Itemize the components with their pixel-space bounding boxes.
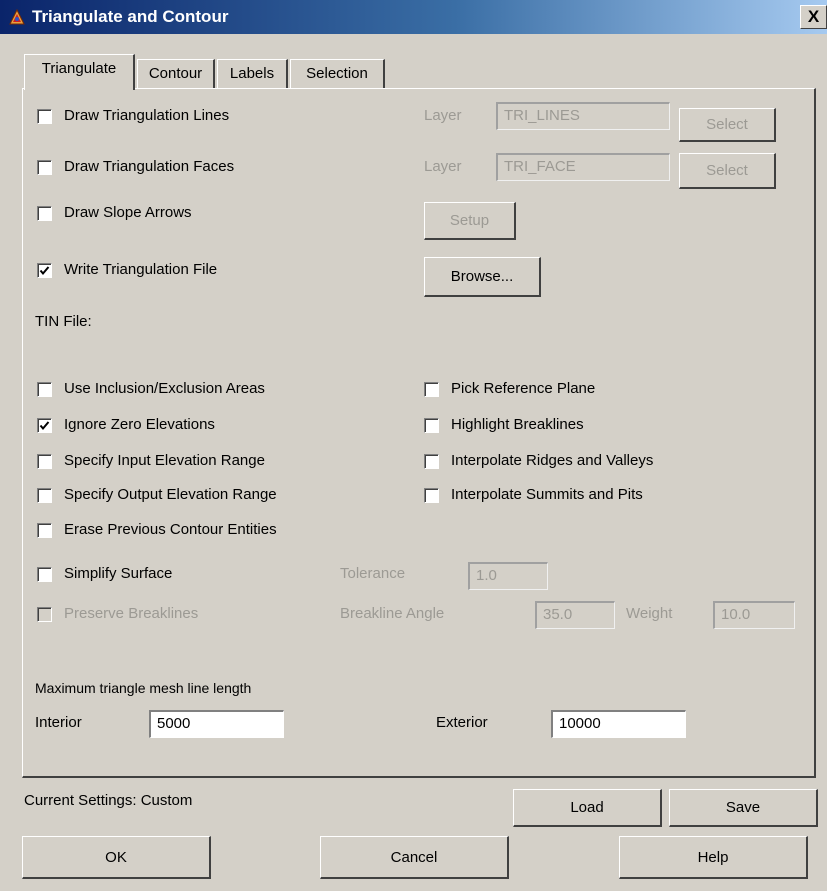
tab-selection[interactable]: Selection (290, 59, 385, 89)
draw-lines-checkbox[interactable] (37, 109, 52, 124)
ignore-zero-label: Ignore Zero Elevations (64, 416, 215, 433)
output-range-label: Specify Output Elevation Range (64, 486, 277, 503)
write-file-checkbox[interactable] (37, 263, 52, 278)
exterior-field[interactable]: 10000 (551, 710, 686, 738)
checkmark-icon (39, 421, 50, 431)
checkmark-icon (39, 266, 50, 276)
erase-contours-label: Erase Previous Contour Entities (64, 521, 277, 538)
inclusion-areas-label: Use Inclusion/Exclusion Areas (64, 380, 265, 397)
summits-pits-checkbox[interactable] (424, 488, 439, 503)
tab-labels[interactable]: Labels (217, 59, 288, 89)
slope-arrows-label: Draw Slope Arrows (64, 204, 192, 221)
ok-button[interactable]: OK (22, 836, 211, 879)
reference-plane-label: Pick Reference Plane (451, 380, 596, 397)
select-faces-layer-button[interactable]: Select (679, 153, 776, 189)
save-button[interactable]: Save (669, 789, 818, 827)
layer-label: Layer (424, 158, 462, 175)
ridges-valleys-checkbox[interactable] (424, 454, 439, 469)
tab-label: Selection (306, 65, 368, 82)
select-lines-layer-button[interactable]: Select (679, 108, 776, 142)
tab-contour[interactable]: Contour (137, 59, 215, 89)
breakline-angle-field[interactable]: 35.0 (535, 601, 615, 629)
app-icon (8, 8, 26, 26)
mesh-length-heading: Maximum triangle mesh line length (35, 680, 252, 696)
breakline-angle-label: Breakline Angle (340, 605, 445, 622)
draw-faces-checkbox[interactable] (37, 160, 52, 175)
close-button[interactable]: X (800, 5, 827, 29)
input-range-label: Specify Input Elevation Range (64, 452, 265, 469)
faces-layer-field[interactable]: TRI_FACE (496, 153, 670, 181)
input-range-checkbox[interactable] (37, 454, 52, 469)
ridges-valleys-label: Interpolate Ridges and Valleys (451, 452, 654, 469)
draw-faces-label: Draw Triangulation Faces (64, 158, 235, 175)
load-button[interactable]: Load (513, 789, 662, 827)
tolerance-label: Tolerance (340, 565, 406, 582)
output-range-checkbox[interactable] (37, 488, 52, 503)
cancel-button[interactable]: Cancel (320, 836, 509, 879)
help-button[interactable]: Help (619, 836, 808, 879)
title-bar[interactable]: Triangulate and Contour (0, 0, 827, 34)
preserve-breaklines-checkbox[interactable] (37, 607, 52, 622)
highlight-breaklines-label: Highlight Breaklines (451, 416, 584, 433)
tab-label: Labels (229, 65, 275, 82)
highlight-breaklines-checkbox[interactable] (424, 418, 439, 433)
tab-label: Triangulate (41, 60, 117, 77)
weight-field[interactable]: 10.0 (713, 601, 795, 629)
summits-pits-label: Interpolate Summits and Pits (451, 486, 643, 503)
interior-label: Interior (35, 714, 82, 731)
tab-triangulate[interactable]: Triangulate (24, 54, 135, 90)
preserve-breaklines-label: Preserve Breaklines (64, 605, 199, 622)
tin-file-label: TIN File: (35, 313, 92, 330)
ignore-zero-checkbox[interactable] (37, 418, 52, 433)
layer-label: Layer (424, 107, 462, 124)
lines-layer-field[interactable]: TRI_LINES (496, 102, 670, 130)
setup-button[interactable]: Setup (424, 202, 516, 240)
inclusion-areas-checkbox[interactable] (37, 382, 52, 397)
weight-label: Weight (626, 605, 673, 622)
window-title: Triangulate and Contour (32, 7, 229, 26)
simplify-surface-label: Simplify Surface (64, 565, 173, 582)
browse-button[interactable]: Browse... (424, 257, 541, 297)
close-icon: X (807, 7, 820, 26)
tab-panel-triangulate (22, 88, 816, 778)
current-settings-text: Current Settings: Custom (24, 792, 193, 809)
interior-field[interactable]: 5000 (149, 710, 284, 738)
slope-arrows-checkbox[interactable] (37, 206, 52, 221)
write-file-label: Write Triangulation File (64, 261, 218, 278)
tab-label: Contour (148, 65, 203, 82)
erase-contours-checkbox[interactable] (37, 523, 52, 538)
reference-plane-checkbox[interactable] (424, 382, 439, 397)
simplify-surface-checkbox[interactable] (37, 567, 52, 582)
exterior-label: Exterior (436, 714, 488, 731)
tolerance-field[interactable]: 1.0 (468, 562, 548, 590)
draw-lines-label: Draw Triangulation Lines (64, 107, 230, 124)
